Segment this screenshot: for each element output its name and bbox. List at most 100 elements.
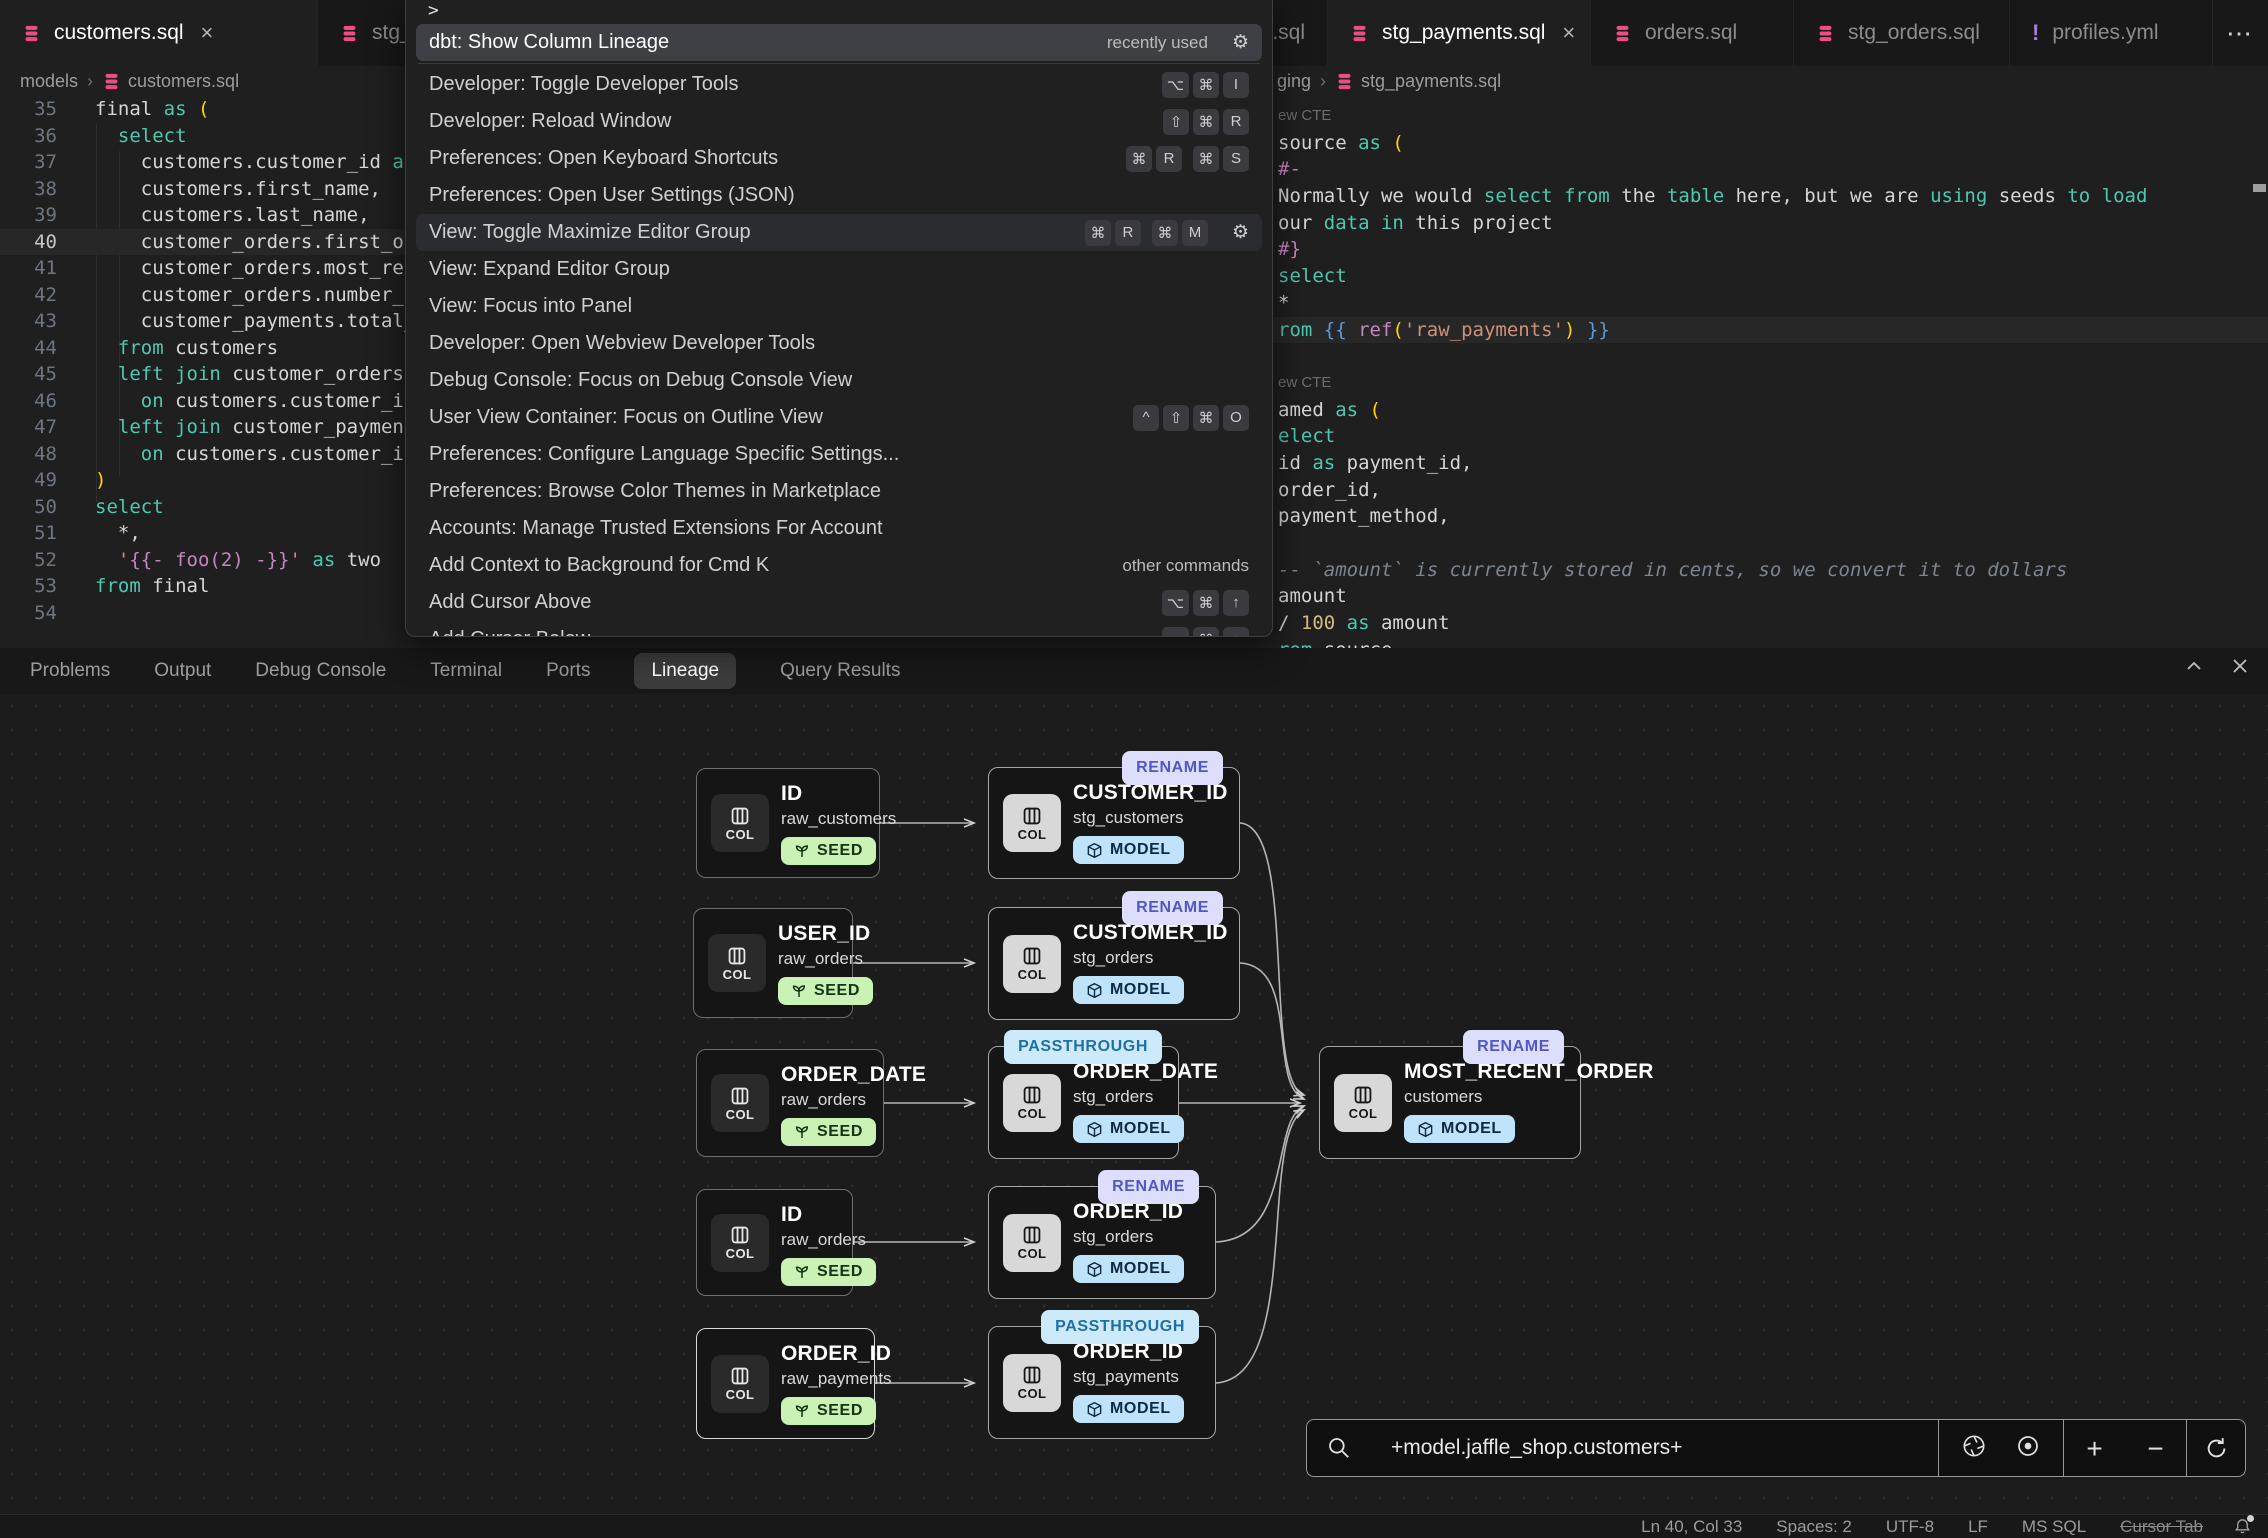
bell-icon[interactable] bbox=[2233, 1517, 2252, 1536]
command-item[interactable]: Preferences: Open User Settings (JSON) bbox=[416, 177, 1262, 214]
line-number: 38 bbox=[0, 176, 57, 203]
command-item[interactable]: View: Toggle Maximize Editor Group⌘R⌘M⚙ bbox=[416, 214, 1262, 251]
command-item[interactable]: Debug Console: Focus on Debug Console Vi… bbox=[416, 362, 1262, 399]
database-icon bbox=[1350, 24, 1369, 43]
lineage-node-order_id[interactable]: PASSTHROUGHCOLORDER_IDstg_paymentsMODEL bbox=[988, 1326, 1216, 1439]
keycap: ⇧ bbox=[1163, 109, 1189, 135]
command-label: Developer: Open Webview Developer Tools bbox=[429, 332, 815, 355]
gear-icon[interactable]: ⚙ bbox=[1232, 31, 1249, 54]
lineage-node-order_id[interactable]: COLORDER_IDraw_paymentsSEED bbox=[696, 1328, 875, 1439]
code-line: #- bbox=[1273, 156, 2268, 183]
model-icon bbox=[1086, 1121, 1103, 1138]
command-item[interactable]: Accounts: Manage Trusted Extensions For … bbox=[416, 510, 1262, 547]
column-badge: COL bbox=[708, 934, 766, 992]
command-item[interactable]: Developer: Open Webview Developer Tools bbox=[416, 325, 1262, 362]
lineage-toolbar: + − bbox=[1306, 1419, 2246, 1477]
breadcrumb-item[interactable]: ging bbox=[1277, 71, 1311, 92]
lineage-node-id[interactable]: COLIDraw_ordersSEED bbox=[696, 1189, 853, 1296]
command-item[interactable]: Preferences: Configure Language Specific… bbox=[416, 436, 1262, 473]
keycap: R bbox=[1223, 109, 1249, 135]
lineage-node-customer_id[interactable]: RENAMECOLCUSTOMER_IDstg_ordersMODEL bbox=[988, 907, 1240, 1020]
lineage-node-user_id[interactable]: COLUSER_IDraw_ordersSEED bbox=[693, 908, 853, 1018]
focus-target-icon[interactable] bbox=[2015, 1433, 2041, 1464]
lineage-search-input[interactable] bbox=[1371, 1420, 1938, 1476]
lineage-node-customer_id[interactable]: RENAMECOLCUSTOMER_IDstg_customersMODEL bbox=[988, 767, 1240, 879]
command-item[interactable]: Preferences: Open Keyboard Shortcuts⌘R⌘S bbox=[416, 140, 1262, 177]
refresh-icon[interactable] bbox=[2186, 1420, 2245, 1476]
column-badge: COL bbox=[1003, 1214, 1061, 1272]
column-icon bbox=[1021, 1084, 1043, 1106]
lineage-canvas[interactable]: COLIDraw_customersSEED RENAMECOLCUSTOMER_… bbox=[0, 694, 2268, 1514]
command-item[interactable]: User View Container: Focus on Outline Vi… bbox=[416, 399, 1262, 436]
column-badge-label: COL bbox=[726, 827, 755, 842]
chevron-up-icon[interactable] bbox=[2184, 656, 2204, 676]
tab-stg_payments.sql[interactable]: stg_payments.sql× bbox=[1328, 0, 1591, 66]
column-badge-label: COL bbox=[1018, 1246, 1047, 1261]
divider bbox=[418, 63, 1260, 64]
tab-stg_orders.sql[interactable]: stg_orders.sql bbox=[1794, 0, 2010, 66]
zoom-out-button[interactable]: − bbox=[2125, 1421, 2186, 1476]
lineage-node-order_date[interactable]: COLORDER_DATEraw_ordersSEED bbox=[696, 1049, 884, 1157]
scrollbar-handle[interactable] bbox=[2253, 184, 2266, 192]
panel-tab-ports[interactable]: Ports bbox=[546, 660, 590, 682]
code-line: -- `amount` is currently stored in cents… bbox=[1273, 557, 2268, 584]
line-number: 45 bbox=[0, 361, 57, 388]
panel-tab-debug-console[interactable]: Debug Console bbox=[255, 660, 386, 682]
command-item[interactable]: View: Focus into Panel bbox=[416, 288, 1262, 325]
panel-tab-query-results[interactable]: Query Results bbox=[780, 660, 900, 682]
status-item-utf-8[interactable]: UTF-8 bbox=[1886, 1517, 1934, 1537]
tab-customers.sql[interactable]: customers.sql× bbox=[0, 0, 318, 66]
command-item[interactable]: Add Cursor Below⌥⌘↓ bbox=[416, 621, 1262, 637]
column-badge-label: COL bbox=[1018, 1106, 1047, 1121]
close-icon[interactable] bbox=[2230, 656, 2250, 676]
command-item[interactable]: Add Cursor Above⌥⌘↑ bbox=[416, 584, 1262, 621]
breadcrumb-item[interactable]: stg_payments.sql bbox=[1335, 71, 1501, 92]
code-line: amount bbox=[1273, 583, 2268, 610]
command-label: Preferences: Configure Language Specific… bbox=[429, 443, 899, 466]
command-item[interactable]: Preferences: Browse Color Themes in Mark… bbox=[416, 473, 1262, 510]
keycap: ⌥ bbox=[1162, 627, 1189, 638]
status-item-lf[interactable]: LF bbox=[1968, 1517, 1988, 1537]
command-palette-input[interactable]: > bbox=[406, 0, 1272, 24]
tab-orders.sql[interactable]: orders.sql bbox=[1591, 0, 1794, 66]
database-icon bbox=[1613, 24, 1632, 43]
gear-icon[interactable]: ⚙ bbox=[1232, 221, 1249, 244]
status-item-ms-sql[interactable]: MS SQL bbox=[2022, 1517, 2086, 1537]
column-badge-label: COL bbox=[1018, 1386, 1047, 1401]
lineage-node-order_id[interactable]: RENAMECOLORDER_IDstg_ordersMODEL bbox=[988, 1186, 1216, 1299]
command-label: Debug Console: Focus on Debug Console Vi… bbox=[429, 369, 852, 392]
node-type-badge: MODEL bbox=[1073, 1395, 1184, 1423]
column-icon bbox=[729, 805, 751, 827]
command-group-label: recently used bbox=[1107, 33, 1208, 53]
node-type-label: SEED bbox=[817, 1123, 863, 1141]
code-line: payment_method, bbox=[1273, 503, 2268, 530]
tab-profiles.yml[interactable]: !profiles.yml bbox=[2010, 0, 2213, 66]
status-item-ln-40-col-33[interactable]: Ln 40, Col 33 bbox=[1641, 1517, 1742, 1537]
aperture-icon[interactable] bbox=[1961, 1433, 1987, 1464]
panel-tab-terminal[interactable]: Terminal bbox=[430, 660, 502, 682]
tab-overflow-menu[interactable]: ⋯ bbox=[2226, 0, 2254, 66]
breadcrumb-item[interactable]: customers.sql bbox=[102, 71, 239, 92]
command-item[interactable]: Developer: Reload Window⇧⌘R bbox=[416, 103, 1262, 140]
command-item[interactable]: View: Expand Editor Group bbox=[416, 251, 1262, 288]
breadcrumb-item[interactable]: models bbox=[20, 71, 78, 92]
zoom-in-button[interactable]: + bbox=[2064, 1421, 2125, 1476]
lineage-node-order_date[interactable]: PASSTHROUGHCOLORDER_DATEstg_ordersMODEL bbox=[988, 1046, 1179, 1159]
panel-tab-lineage[interactable]: Lineage bbox=[634, 653, 736, 689]
command-item[interactable]: dbt: Show Column Lineagerecently used⚙ bbox=[416, 24, 1262, 61]
code-line: amed as ( bbox=[1273, 397, 2268, 424]
close-icon[interactable]: × bbox=[201, 22, 214, 44]
status-item-spaces-2[interactable]: Spaces: 2 bbox=[1776, 1517, 1852, 1537]
node-type-label: MODEL bbox=[1110, 1260, 1171, 1278]
search-icon[interactable] bbox=[1307, 1420, 1371, 1476]
code-editor-right[interactable]: ew CTEsource as (#-Normally we would sel… bbox=[1273, 96, 2268, 648]
command-item[interactable]: Developer: Toggle Developer Tools⌥⌘I bbox=[416, 66, 1262, 103]
lineage-node-id[interactable]: COLIDraw_customersSEED bbox=[696, 768, 880, 878]
close-icon[interactable]: × bbox=[1562, 22, 1575, 44]
status-item-cursor-tab[interactable]: Cursor Tab bbox=[2120, 1517, 2203, 1537]
node-table-name: raw_orders bbox=[781, 1090, 869, 1110]
panel-tab-output[interactable]: Output bbox=[154, 660, 211, 682]
lineage-node-most_recent_order[interactable]: RENAMECOLMOST_RECENT_ORDERcustomersMODEL bbox=[1319, 1046, 1581, 1159]
command-item[interactable]: Add Context to Background for Cmd Kother… bbox=[416, 547, 1262, 584]
panel-tab-problems[interactable]: Problems bbox=[30, 660, 110, 682]
